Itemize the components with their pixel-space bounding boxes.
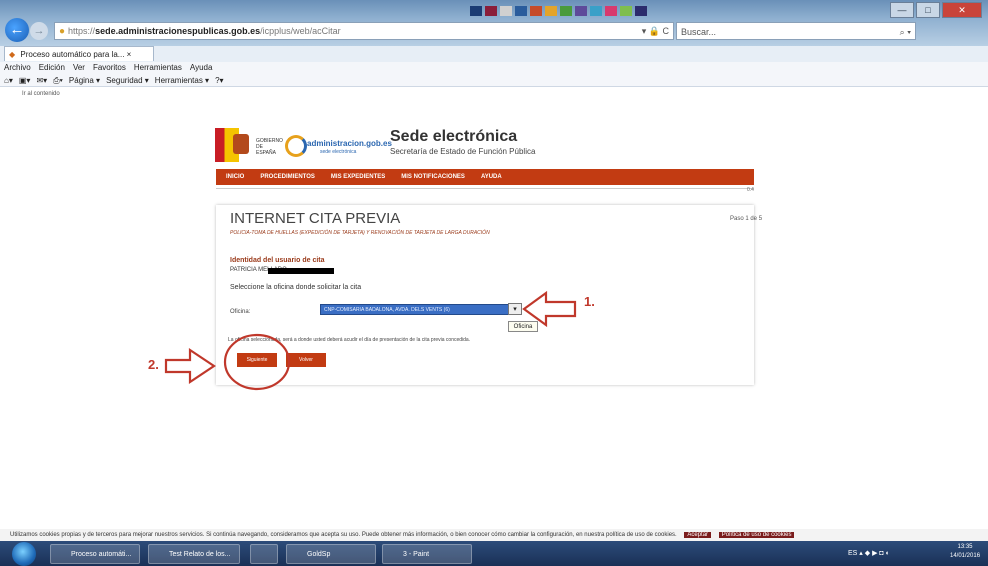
- clock[interactable]: 13:35 14/01/2016: [950, 543, 980, 561]
- cookie-accept-button[interactable]: Aceptar: [684, 532, 712, 538]
- annotation-1: 1.: [584, 294, 595, 309]
- clock-date: 14/01/2016: [950, 553, 981, 559]
- highlight-circle: [223, 333, 291, 391]
- taskbar-item-paint[interactable]: 3 - Paint: [382, 544, 472, 564]
- annotation-2: 2.: [148, 357, 159, 372]
- arrow-right-icon: [164, 347, 216, 385]
- arrow-left-icon: [522, 290, 577, 328]
- cookie-bar: Utilizamos cookies propias y de terceros…: [0, 529, 988, 541]
- cookie-policy-link[interactable]: Política de uso de cookies: [718, 532, 795, 538]
- start-button[interactable]: [12, 542, 36, 566]
- clock-time: 13:35: [957, 544, 973, 550]
- annotation-overlay: [164, 290, 577, 391]
- taskbar-item-ie[interactable]: Proceso automáti...: [50, 544, 140, 564]
- cookie-text: Utilizamos cookies propias y de terceros…: [10, 532, 677, 538]
- taskbar-item-goldsp[interactable]: GoldSp: [286, 544, 376, 564]
- system-tray[interactable]: ES ▴ ◆ ▶ ◘ ◐: [848, 549, 890, 557]
- taskbar-item-chrome[interactable]: Test Relato de los...: [148, 544, 240, 564]
- taskbar-item-explorer[interactable]: [250, 544, 278, 564]
